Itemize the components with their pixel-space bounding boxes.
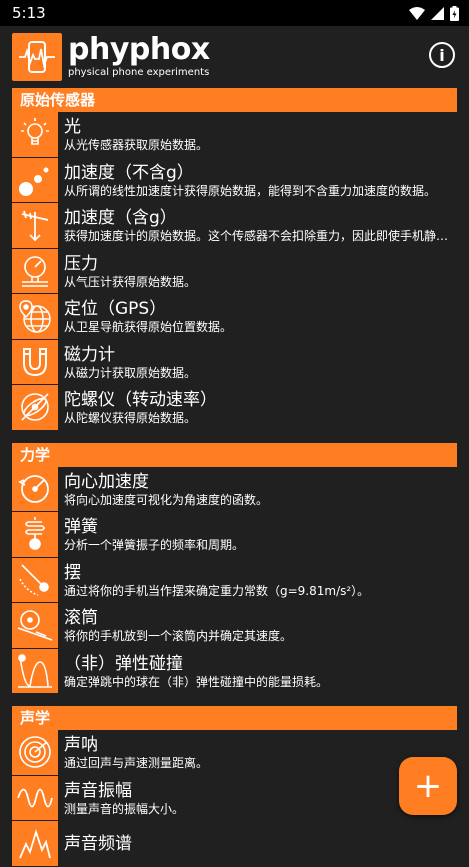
location-globe-icon: [12, 294, 58, 340]
status-time: 5:13: [12, 4, 46, 22]
list-item[interactable]: 磁力计 从磁力计获取原始数据。: [12, 339, 457, 385]
spring-icon: [12, 512, 58, 558]
item-description: 从所谓的线性加速度计获得原始数据，能得到不含重力加速度的数据。: [64, 183, 437, 198]
item-description: 从磁力计获取原始数据。: [64, 365, 197, 380]
list-item[interactable]: 向心加速度 将向心加速度可视化为角速度的函数。: [12, 466, 457, 512]
category-mechanics: 力学 向心加速度 将向心加速度可视化为角速度的函数。 弹簧 分析一个弹簧振子的频…: [12, 442, 457, 694]
status-bar: 5:13: [0, 0, 469, 26]
list-item[interactable]: 定位（GPS） 从卫星导航获得原始位置数据。: [12, 294, 457, 340]
item-title: 弹簧: [64, 517, 98, 538]
item-description: 从卫星导航获得原始位置数据。: [64, 320, 233, 335]
add-experiment-button[interactable]: +: [399, 757, 457, 815]
item-description: 从光传感器获取原始数据。: [64, 138, 209, 153]
list-item[interactable]: 压力 从气压计获得原始数据。: [12, 248, 457, 294]
item-title: 加速度（不含g）: [64, 162, 194, 183]
app-bar: phyphox physical phone experiments i: [0, 26, 469, 88]
collision-icon: [12, 648, 58, 694]
category-acoustics: 声学 声呐 通过回声与声速测量距离。 声音振幅 测量声音的振幅大小。 声音频谱: [12, 706, 457, 867]
item-title: 声音频谱: [64, 833, 132, 854]
light-bulb-icon: [12, 112, 58, 158]
item-description: 从气压计获得原始数据。: [64, 274, 197, 289]
list-item[interactable]: 加速度（不含g） 从所谓的线性加速度计获得原始数据，能得到不含重力加速度的数据。: [12, 157, 457, 203]
item-title: 压力: [64, 253, 98, 274]
wifi-icon: [409, 6, 425, 20]
plus-icon: +: [413, 766, 443, 806]
item-title: 向心加速度: [64, 471, 149, 492]
list-item[interactable]: 陀螺仪（转动速率） 从陀螺仪获得原始数据。: [12, 385, 457, 431]
spectrum-icon: [12, 821, 58, 867]
centripetal-icon: [12, 466, 58, 512]
item-description: 通过将你的手机当作摆来确定重力常数（g=9.81m/s²）。: [64, 583, 370, 598]
item-description: 测量声音的振幅大小。: [64, 801, 185, 816]
sonar-icon: [12, 730, 58, 776]
item-title: 加速度（含g）: [64, 208, 177, 229]
phyphox-logo: [12, 33, 62, 81]
magnet-icon: [12, 339, 58, 385]
item-title: （非）弹性碰撞: [64, 653, 183, 674]
item-description: 确定弹跳中的球在（非）弹性碰撞中的能量损耗。: [64, 674, 329, 689]
item-description: 通过回声与声速测量距离。: [64, 756, 209, 771]
sine-wave-icon: [12, 775, 58, 821]
list-item[interactable]: （非）弹性碰撞 确定弹跳中的球在（非）弹性碰撞中的能量损耗。: [12, 648, 457, 694]
roll-icon: [12, 603, 58, 649]
item-title: 摆: [64, 562, 81, 583]
list-item[interactable]: 加速度（含g） 获得加速度计的原始数据。这个传感器不会扣除重力，因此即使手机静止…: [12, 203, 457, 249]
item-title: 声呐: [64, 735, 98, 756]
brand: phyphox physical phone experiments: [68, 35, 210, 79]
list-item[interactable]: 弹簧 分析一个弹簧振子的频率和周期。: [12, 512, 457, 558]
pendulum-icon: [12, 557, 58, 603]
app-name: phyphox: [68, 32, 210, 67]
item-description: 将向心加速度可视化为角速度的函数。: [64, 492, 269, 507]
item-title: 磁力计: [64, 344, 115, 365]
item-description: 将你的手机放到一个滚筒内并确定其速度。: [64, 629, 293, 644]
pressure-gauge-icon: [12, 248, 58, 294]
item-title: 光: [64, 117, 81, 138]
category-header: 声学: [12, 706, 457, 730]
experiment-list: 原始传感器 光 从光传感器获取原始数据。 加速度（不含g） 从所谓的线性加速度计…: [0, 88, 469, 867]
info-button[interactable]: i: [429, 42, 455, 68]
category-raw-sensors: 原始传感器 光 从光传感器获取原始数据。 加速度（不含g） 从所谓的线性加速度计…: [12, 88, 457, 431]
list-item[interactable]: 滚筒 将你的手机放到一个滚筒内并确定其速度。: [12, 603, 457, 649]
acceleration-g-icon: [12, 203, 58, 249]
signal-icon: [431, 6, 444, 20]
item-title: 陀螺仪（转动速率）: [64, 390, 217, 411]
category-header: 力学: [12, 442, 457, 467]
list-item[interactable]: 声音振幅 测量声音的振幅大小。: [12, 775, 457, 821]
phone-logo-icon: [19, 41, 55, 73]
acceleration-icon: [12, 157, 58, 203]
item-title: 滚筒: [64, 608, 98, 629]
status-icons: [409, 5, 459, 21]
list-item[interactable]: 声呐 通过回声与声速测量距离。: [12, 730, 457, 776]
info-icon: i: [439, 45, 445, 65]
item-description: 获得加速度计的原始数据。这个传感器不会扣除重力，因此即使手机静止也会有读数。: [64, 229, 452, 244]
item-description: 从陀螺仪获得原始数据。: [64, 411, 197, 426]
item-description: 分析一个弹簧振子的频率和周期。: [64, 538, 245, 553]
category-header: 原始传感器: [12, 88, 457, 112]
gyroscope-icon: [12, 385, 58, 431]
app-tagline: physical phone experiments: [68, 67, 210, 78]
item-title: 定位（GPS）: [64, 299, 167, 320]
item-title: 声音振幅: [64, 780, 132, 801]
battery-icon: [450, 5, 459, 21]
list-item[interactable]: 光 从光传感器获取原始数据。: [12, 112, 457, 158]
list-item[interactable]: 摆 通过将你的手机当作摆来确定重力常数（g=9.81m/s²）。: [12, 557, 457, 603]
list-item[interactable]: 声音频谱: [12, 821, 457, 867]
